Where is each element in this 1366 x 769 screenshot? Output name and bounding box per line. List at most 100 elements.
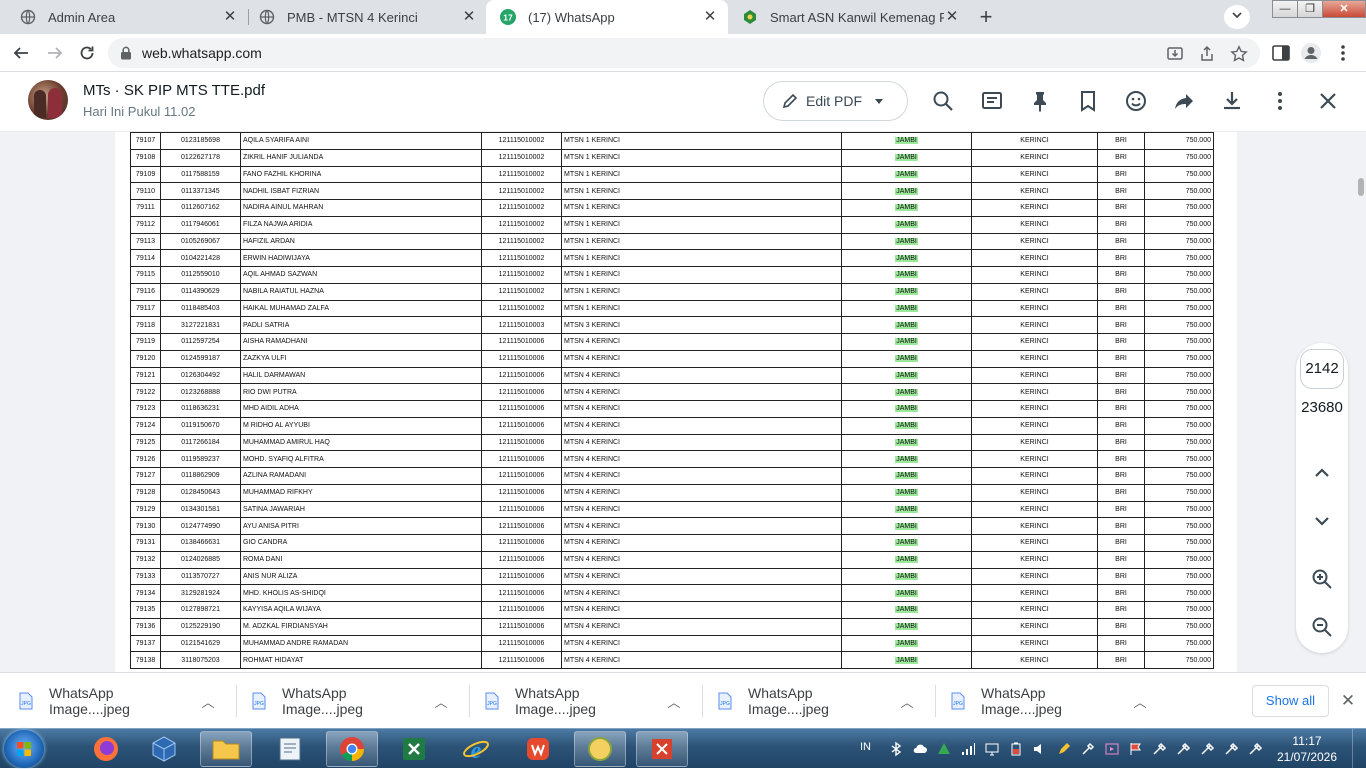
emoji-icon[interactable] xyxy=(1124,89,1148,113)
download-icon[interactable] xyxy=(1220,89,1244,113)
tool-icon[interactable] xyxy=(1224,741,1240,757)
taskbar-firefox[interactable] xyxy=(80,731,132,767)
window-controls: — ❐ ✕ xyxy=(1272,0,1366,20)
signal-icon[interactable] xyxy=(960,741,976,757)
taskbar-internet-explorer[interactable]: e xyxy=(450,731,502,767)
battery-icon[interactable] xyxy=(1008,741,1024,757)
minimize-button[interactable]: — xyxy=(1272,0,1298,18)
taskbar-notes[interactable] xyxy=(264,731,316,767)
tool-icon[interactable] xyxy=(1248,741,1264,757)
window-close-button[interactable]: ✕ xyxy=(1322,0,1366,18)
forward-button[interactable] xyxy=(42,40,68,66)
show-desktop-button[interactable] xyxy=(1352,729,1366,769)
forward-icon[interactable] xyxy=(1172,89,1196,113)
taskbar-virtualbox[interactable] xyxy=(138,731,190,767)
menu-dots-icon[interactable] xyxy=(1332,42,1354,64)
chevron-up-icon[interactable]: ︿ xyxy=(197,692,219,711)
chevron-up-icon[interactable]: ︿ xyxy=(430,692,452,711)
back-button[interactable] xyxy=(8,40,34,66)
tab-smart-asn[interactable]: Smart ASN Kanwil Kemenag Prov ✕ xyxy=(728,0,970,34)
chevron-down-icon[interactable] xyxy=(1310,509,1334,533)
side-panel-icon[interactable] xyxy=(1270,42,1292,64)
bluetooth-icon[interactable] xyxy=(888,741,904,757)
download-item[interactable]: JPG WhatsApp Image....jpeg ︿ xyxy=(0,673,233,729)
tool-icon[interactable] xyxy=(1152,741,1168,757)
table-cell: MTSN 4 KERINCI xyxy=(561,550,842,569)
flag-icon[interactable] xyxy=(1128,741,1144,757)
current-page-input[interactable]: 2142 xyxy=(1300,349,1344,389)
start-button[interactable] xyxy=(4,730,44,768)
tab-admin-area[interactable]: Admin Area ✕ xyxy=(6,0,248,34)
table-cell: 121115010002 xyxy=(481,249,562,267)
show-all-button[interactable]: Show all xyxy=(1252,685,1329,717)
close-download-bar-icon[interactable]: ✕ xyxy=(1338,691,1358,711)
taskbar-chrome[interactable] xyxy=(326,731,378,767)
comment-icon[interactable] xyxy=(980,89,1004,113)
tools-icon[interactable] xyxy=(1080,741,1096,757)
profile-icon[interactable] xyxy=(1300,42,1322,64)
language-indicator[interactable]: IN xyxy=(860,741,871,753)
download-item[interactable]: JPG WhatsApp Image....jpeg ︿ xyxy=(699,673,932,729)
table-cell: 121115010006 xyxy=(481,333,562,351)
tool-icon[interactable] xyxy=(1176,741,1192,757)
cloud-icon[interactable] xyxy=(912,741,928,757)
table-row: 79111 0112607162 NADIRA AINUL MAHRAN 121115… xyxy=(130,199,1214,217)
star-icon[interactable] xyxy=(1230,45,1248,63)
network-icon[interactable] xyxy=(984,741,1000,757)
chevron-up-icon[interactable]: ︿ xyxy=(896,692,918,711)
taskbar-app[interactable] xyxy=(574,731,626,767)
clock[interactable]: 11:17 21/07/2026 xyxy=(1272,733,1342,765)
bookmark-icon[interactable] xyxy=(1076,89,1100,113)
pen-icon[interactable] xyxy=(1056,741,1072,757)
download-item[interactable]: JPG WhatsApp Image....jpeg ︿ xyxy=(466,673,699,729)
table-cell: 79110 xyxy=(130,182,161,200)
tool-icon[interactable] xyxy=(1200,741,1216,757)
table-cell: BRI xyxy=(1097,617,1145,636)
vertical-scrollbar[interactable] xyxy=(1355,132,1366,672)
tab-search-button[interactable] xyxy=(1224,5,1250,29)
more-options-icon[interactable] xyxy=(1268,89,1292,113)
tab-close-icon[interactable]: ✕ xyxy=(944,9,960,25)
table-cell: HAIKAL MUHAMAD ZALFA xyxy=(240,299,482,318)
chevron-up-icon[interactable] xyxy=(1310,461,1334,485)
table-cell: 0118485403 xyxy=(160,299,241,318)
share-icon[interactable] xyxy=(1198,45,1216,63)
volume-icon[interactable] xyxy=(1032,741,1048,757)
download-item[interactable]: JPG WhatsApp Image....jpeg ︿ xyxy=(932,673,1165,729)
scrollbar-thumb[interactable] xyxy=(1358,178,1364,196)
install-app-icon[interactable] xyxy=(1166,45,1184,63)
table-row: 79108 0122627178 ZIKRIL HANIF JULIANDA 1211… xyxy=(130,148,1214,167)
download-item[interactable]: JPG WhatsApp Image....jpeg ︿ xyxy=(233,673,466,729)
taskbar-wps[interactable] xyxy=(512,731,564,767)
tab-pmb[interactable]: PMB - MTSN 4 Kerinci ✕ xyxy=(245,0,487,34)
search-icon[interactable] xyxy=(931,89,955,113)
table-cell: BRI xyxy=(1097,567,1145,586)
table-row: 79119 0112597254 AISHA RAMADHANI 1211150100… xyxy=(130,333,1214,351)
reload-button[interactable] xyxy=(74,40,100,66)
taskbar-excel[interactable] xyxy=(388,731,440,767)
zoom-out-icon[interactable] xyxy=(1310,615,1334,639)
table-row: 79110 0113371345 NADHIL ISBAT FIZRIAN 12111… xyxy=(130,182,1214,200)
media-icon[interactable] xyxy=(1104,741,1120,757)
restore-button[interactable]: ❐ xyxy=(1297,0,1323,18)
excel-icon xyxy=(403,738,425,760)
zoom-in-icon[interactable] xyxy=(1310,567,1334,591)
tab-close-icon[interactable]: ✕ xyxy=(222,9,238,25)
tab-close-icon[interactable]: ✕ xyxy=(702,9,718,25)
tab-whatsapp[interactable]: 17 (17) WhatsApp ✕ xyxy=(486,0,728,34)
edit-pdf-button[interactable]: Edit PDF xyxy=(763,81,908,121)
tab-close-icon[interactable]: ✕ xyxy=(461,9,477,25)
table-cell: 750.000 xyxy=(1144,634,1214,653)
chevron-up-icon[interactable]: ︿ xyxy=(1129,692,1151,711)
chevron-up-icon[interactable]: ︿ xyxy=(663,692,685,711)
svg-text:JPG: JPG xyxy=(254,701,264,707)
address-bar[interactable]: web.whatsapp.com xyxy=(108,38,1260,68)
avatar[interactable] xyxy=(28,80,68,120)
close-icon[interactable] xyxy=(1316,89,1340,113)
pin-icon[interactable] xyxy=(1028,89,1052,113)
taskbar-app-red[interactable] xyxy=(636,731,688,767)
drive-icon[interactable] xyxy=(936,741,952,757)
document-viewport[interactable]: 79107 0123185698 AQILA SYARIFA AINI 1211150… xyxy=(0,132,1366,672)
new-tab-button[interactable]: + xyxy=(972,4,1000,30)
taskbar-explorer[interactable] xyxy=(200,731,252,767)
